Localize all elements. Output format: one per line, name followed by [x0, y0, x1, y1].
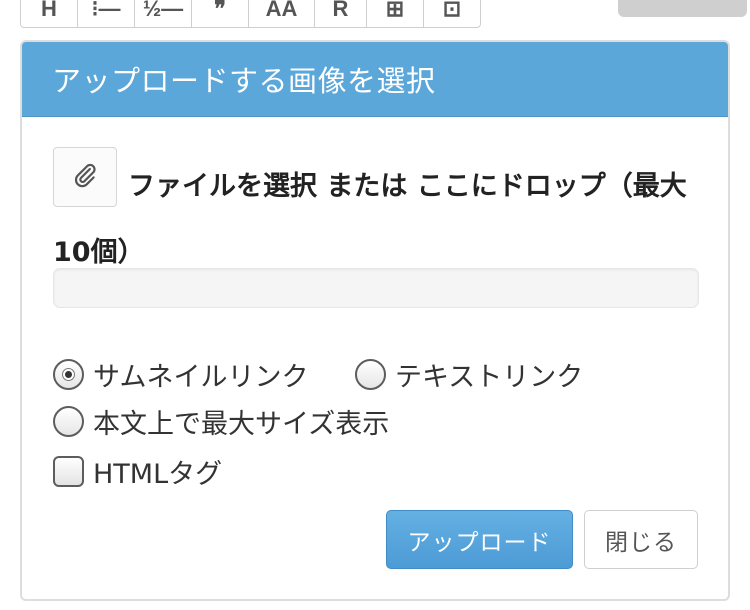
font-size-button[interactable]: AA: [249, 0, 315, 27]
option-thumbnail-link[interactable]: サムネイルリンク: [53, 355, 308, 394]
text-link-label: テキストリンク: [395, 362, 584, 393]
file-select-button[interactable]: [53, 147, 117, 207]
paperclip-icon: [72, 162, 98, 192]
ruby-icon: R: [332, 0, 349, 21]
file-drop-prompt[interactable]: ファイルを選択 または ここにドロップ（最大10個）: [53, 154, 703, 286]
image-upload-panel: アップロードする画像を選択 ファイルを選択 または ここにドロップ（最大10個）…: [20, 40, 730, 601]
option-html-tag[interactable]: HTMLタグ: [53, 452, 222, 491]
editor-toolbar: H ⁝— ½— ❞ AA R ⊞ ⊡: [20, 0, 481, 28]
close-button[interactable]: 閉じる: [584, 510, 698, 569]
panel-title: アップロードする画像を選択: [52, 64, 436, 98]
panel-header: アップロードする画像を選択: [22, 42, 728, 117]
upload-button[interactable]: アップロード: [386, 510, 573, 569]
numbered-list-icon: ½—: [142, 0, 184, 21]
quote-button[interactable]: ❞: [192, 0, 249, 27]
radio-selected-dot: [63, 369, 74, 380]
table-icon: ⊞: [385, 0, 405, 21]
text-link-radio[interactable]: [355, 359, 386, 390]
option-fullsize-display[interactable]: 本文上で最大サイズ表示: [53, 402, 389, 441]
toolbar-action-button[interactable]: [618, 0, 747, 17]
bullet-list-button[interactable]: ⁝—: [78, 0, 135, 27]
fullsize-display-radio[interactable]: [53, 406, 84, 437]
thumbnail-link-label: サムネイルリンク: [93, 362, 309, 393]
embed-button[interactable]: ⊡: [424, 0, 480, 27]
numbered-list-button[interactable]: ½—: [135, 0, 192, 27]
header-button[interactable]: H: [21, 0, 78, 27]
bullet-list-icon: ⁝—: [91, 0, 121, 21]
thumbnail-link-radio[interactable]: [53, 359, 84, 390]
upload-progress-bar: [53, 268, 699, 308]
option-text-link[interactable]: テキストリンク: [355, 355, 583, 394]
fullsize-display-label: 本文上で最大サイズ表示: [93, 409, 390, 440]
ruby-button[interactable]: R: [315, 0, 367, 27]
table-button[interactable]: ⊞: [367, 0, 424, 27]
embed-icon: ⊡: [442, 0, 462, 21]
html-tag-checkbox[interactable]: [53, 456, 84, 487]
header-icon: H: [41, 0, 57, 21]
html-tag-label: HTMLタグ: [93, 459, 223, 490]
quote-icon: ❞: [214, 0, 226, 21]
font-size-icon: AA: [265, 0, 298, 21]
